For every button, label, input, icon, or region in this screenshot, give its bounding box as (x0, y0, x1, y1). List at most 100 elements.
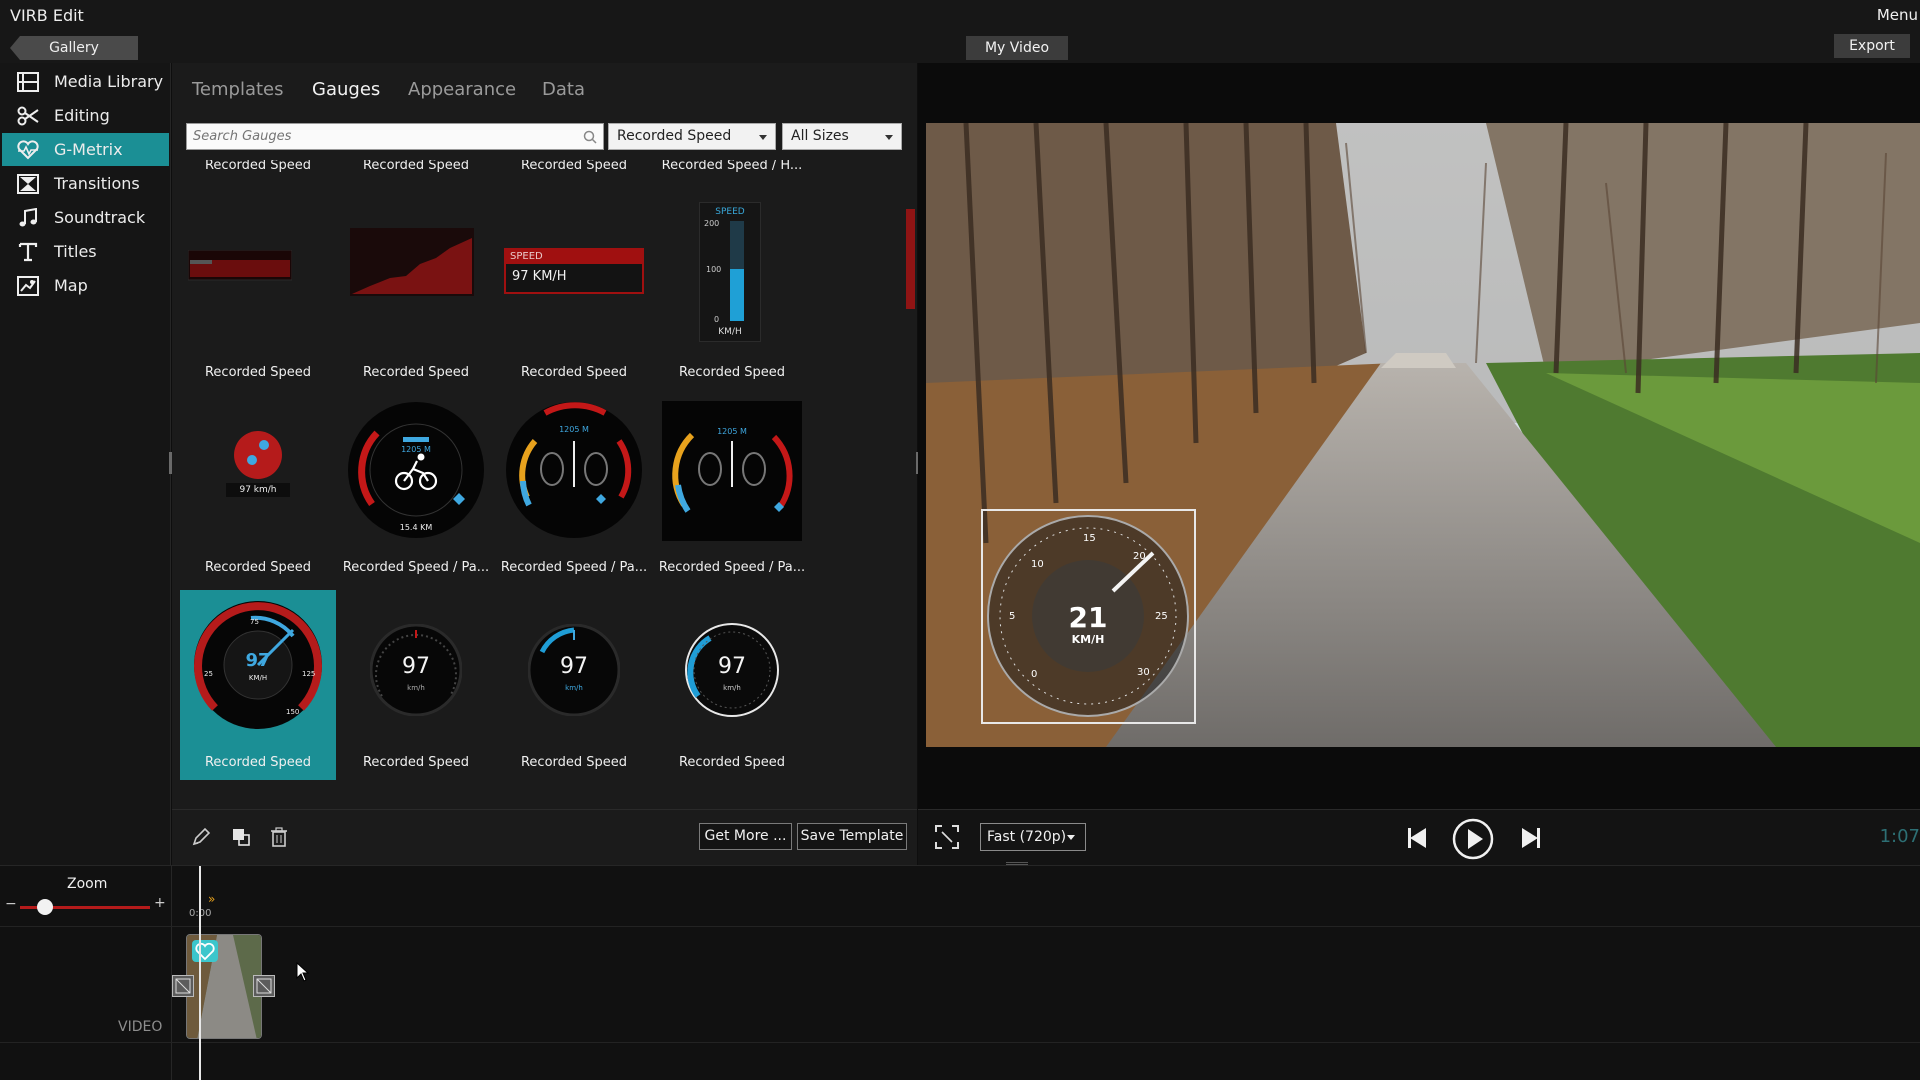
chevron-down-icon (885, 135, 893, 140)
speed-gauge-value: 97 KM/H (512, 269, 567, 284)
gauge-label: Recorded Speed (204, 365, 312, 380)
overlay-tick: 20 (1133, 551, 1146, 562)
gauge-label: Recorded Speed (204, 160, 312, 173)
playback-controls: Fast (720p) 1:07 (918, 809, 1920, 865)
export-button[interactable]: Export (1834, 34, 1910, 58)
gauge-label: Recorded Speed (362, 365, 470, 380)
clip-trim-end-handle[interactable] (253, 975, 275, 997)
sidebar-item-transitions[interactable]: Transitions (2, 167, 169, 200)
film-icon (16, 71, 40, 93)
data-filter-select[interactable]: Recorded Speed (608, 123, 776, 150)
sidebar-item-label: Map (54, 276, 88, 295)
gauge-item[interactable]: 1205 M Recorded Speed / Pa... (496, 395, 652, 585)
chevron-down-icon (1067, 835, 1075, 840)
vertical-gauge-tick: 0 (714, 315, 720, 324)
project-name-button[interactable]: My Video (966, 36, 1068, 60)
sidebar-item-titles[interactable]: Titles (2, 235, 169, 268)
gauge-item[interactable]: Recorded Speed (180, 200, 336, 390)
step-forward-icon[interactable] (1518, 826, 1542, 854)
data-filter-value: Recorded Speed (617, 128, 732, 144)
gallery-button[interactable]: Gallery (10, 36, 138, 60)
tab-data[interactable]: Data (542, 79, 585, 100)
playback-time: 1:07 (1879, 826, 1920, 847)
clip-trim-start-handle[interactable] (172, 975, 194, 997)
gauge-label: Recorded Speed / H... (661, 160, 803, 173)
gauge-overlay[interactable]: 21 KM/H 5 10 15 20 25 30 0 (981, 509, 1196, 724)
pencil-icon[interactable] (190, 826, 214, 850)
gauge-grid: Recorded Speed Recorded Speed Recorded S… (180, 160, 900, 865)
playback-quality-select[interactable]: Fast (720p) (980, 823, 1086, 851)
hourglass-icon (16, 173, 40, 195)
sidebar-item-soundtrack[interactable]: Soundtrack (2, 201, 169, 234)
step-back-icon[interactable] (1406, 826, 1430, 854)
copy-icon[interactable] (230, 826, 254, 850)
chevron-down-icon (759, 135, 767, 140)
sidebar-item-media-library[interactable]: Media Library (2, 65, 169, 98)
red-dial-tick: 125 (302, 670, 316, 678)
white-rim-dial-unit: km/h (723, 684, 741, 692)
panel-toolbar: Get More ... Save Template (172, 809, 917, 865)
video-preview[interactable]: 21 KM/H 5 10 15 20 25 30 0 (926, 123, 1920, 747)
gauge-item-selected[interactable]: 97 KM/H 75 25 125 150 Recorded Speed (180, 590, 336, 780)
app-title: VIRB Edit (10, 6, 84, 25)
white-rim-dial-value: 97 (718, 654, 746, 679)
zoom-out-button[interactable]: − (5, 896, 17, 912)
gauge-item[interactable]: 97 km/h Recorded Speed (338, 590, 494, 780)
playhead[interactable] (199, 866, 201, 1080)
gauge-label: Recorded Speed (520, 755, 628, 770)
red-dial-tick: 75 (250, 618, 259, 626)
search-input[interactable] (187, 124, 603, 149)
sidebar-item-map[interactable]: Map (2, 269, 169, 302)
gauge-grid-scrollbar[interactable] (906, 209, 915, 309)
tab-appearance[interactable]: Appearance (408, 79, 516, 100)
zoom-slider-handle[interactable] (37, 899, 53, 915)
multi-dial-altitude: 1205 M (559, 425, 589, 434)
gauge-item[interactable]: 97 km/h Recorded Speed (654, 590, 810, 780)
sidebar-item-label: Titles (54, 242, 97, 261)
save-template-button[interactable]: Save Template (797, 823, 907, 850)
gauge-item[interactable]: Recorded Speed (338, 200, 494, 390)
red-dial-tick: 25 (204, 670, 213, 678)
play-icon[interactable] (1452, 818, 1494, 864)
fullscreen-icon[interactable] (934, 824, 960, 854)
preview-area: 21 KM/H 5 10 15 20 25 30 0 Fast (720p) 1… (918, 63, 1920, 865)
overlay-tick: 30 (1137, 667, 1150, 678)
sidebar-item-editing[interactable]: Editing (2, 99, 169, 132)
get-more-button[interactable]: Get More ... (699, 823, 792, 850)
gauge-item[interactable]: Recorded Speed (338, 160, 494, 200)
sidebar-item-label: Transitions (54, 174, 140, 193)
gauge-item[interactable]: 1205 M Recorded Speed / Pa... (654, 395, 810, 585)
map-icon (16, 275, 40, 297)
square-dial-altitude: 1205 M (717, 427, 747, 436)
cycling-gauge-altitude: 1205 M (401, 445, 431, 454)
overlay-tick: 0 (1031, 669, 1038, 680)
gauge-item[interactable]: SPEED 200 100 0 KM/H Recorded Speed (654, 200, 810, 390)
search-icon[interactable] (583, 129, 597, 148)
menu-button[interactable]: Menu (1877, 6, 1918, 24)
gauge-item[interactable]: SPEED 97 KM/H Recorded Speed (496, 200, 652, 390)
sidebar-item-g-metrix[interactable]: G-Metrix (2, 133, 169, 166)
text-t-icon (16, 241, 40, 263)
gauges-panel: Templates Gauges Appearance Data Recorde… (172, 63, 917, 865)
blue-arc-dial-value: 97 (560, 654, 588, 679)
zoom-in-button[interactable]: + (154, 895, 166, 911)
tab-gauges[interactable]: Gauges (312, 79, 380, 100)
fast-forward-marker-icon: » (208, 892, 216, 906)
vertical-gauge-unit: KM/H (718, 327, 742, 337)
gauge-item[interactable]: Recorded Speed / H... (654, 160, 810, 200)
gauge-item[interactable]: Recorded Speed (180, 160, 336, 200)
gauge-label: Recorded Speed / Pa... (342, 560, 490, 575)
scissors-icon (16, 105, 40, 127)
gauge-item[interactable]: Recorded Speed (496, 160, 652, 200)
multi-dial-gauge-thumbnail (506, 402, 642, 538)
size-filter-select[interactable]: All Sizes (782, 123, 902, 150)
dark-dial-unit: km/h (407, 684, 425, 692)
tab-templates[interactable]: Templates (192, 79, 284, 100)
gauge-label: Recorded Speed / Pa... (658, 560, 806, 575)
gauge-item[interactable]: 97 km/h Recorded Speed (180, 395, 336, 585)
sidebar-item-label: Soundtrack (54, 208, 146, 227)
gauge-item[interactable]: 97 km/h Recorded Speed (496, 590, 652, 780)
gauge-label: Recorded Speed (362, 755, 470, 770)
gauge-item[interactable]: 1205 M 15.4 KM Recorded Speed / Pa... (338, 395, 494, 585)
trash-icon[interactable] (268, 826, 292, 850)
